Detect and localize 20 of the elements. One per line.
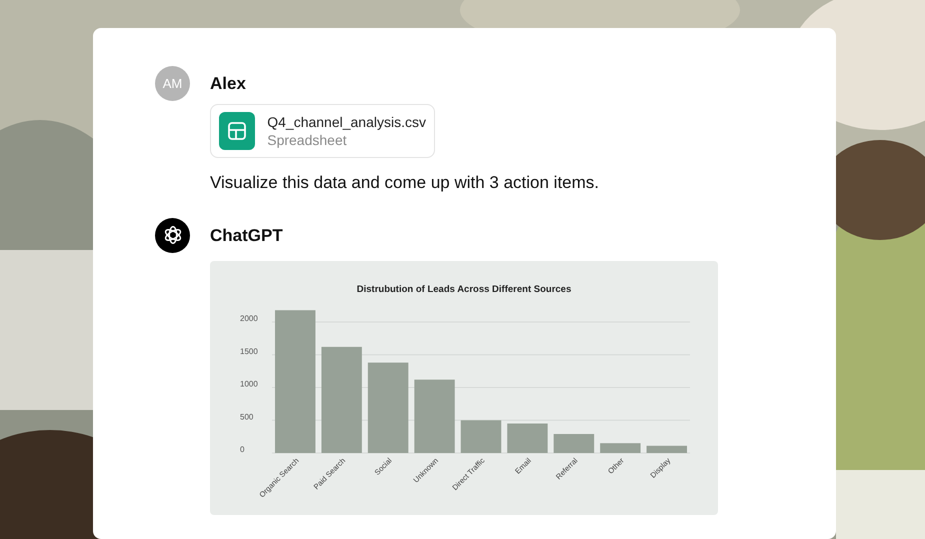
axis-tick-label: 500 [240, 412, 254, 421]
axis-tick-label: 1500 [240, 346, 258, 356]
logo-icon [155, 218, 190, 252]
bar [554, 434, 594, 452]
bar [600, 442, 641, 452]
message-text: Visualize this data and come up with 3 action items. [210, 172, 600, 194]
file-attachment[interactable]: Q4_channel_analysis.csv Spreadsheet [210, 104, 435, 158]
chart-title: Distrubution of Leads Across Different Sources [356, 284, 572, 294]
avatar: AM [155, 66, 190, 101]
file-type: Spreadsheet [267, 131, 348, 149]
author-name: Alex [210, 73, 247, 95]
spreadsheet-icon [219, 112, 256, 150]
file-name: Q4_channel_analysis.csv [267, 113, 426, 131]
bar [646, 445, 687, 452]
axis-tick-label: 1000 [240, 379, 258, 388]
axis-tick-label: 0 [240, 444, 244, 454]
axis-tick-label: 2000 [240, 314, 258, 322]
author-name: ChatGPT [210, 224, 284, 246]
bar [460, 420, 502, 452]
bar [507, 423, 548, 452]
